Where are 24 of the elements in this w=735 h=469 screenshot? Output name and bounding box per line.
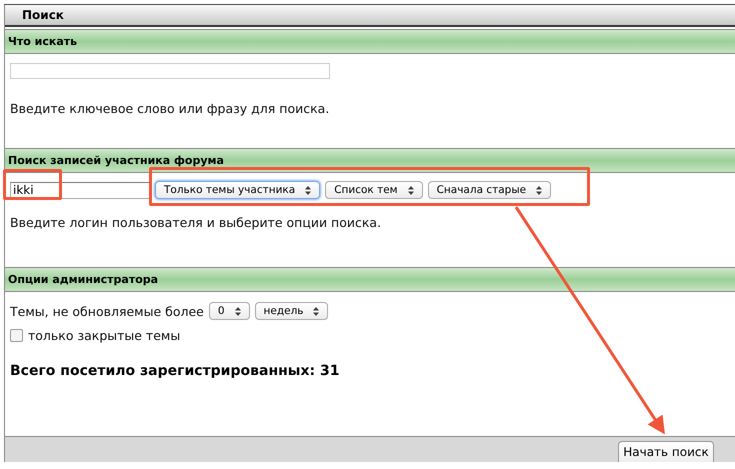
dropdown[interactable]: Список тем bbox=[325, 181, 423, 199]
checkbox[interactable] bbox=[10, 329, 23, 342]
window-title: Поиск bbox=[21, 8, 64, 22]
section-title: Что искать bbox=[7, 35, 78, 48]
checkbox-label: только закрытые темы bbox=[28, 328, 180, 343]
dropdown[interactable]: 0 bbox=[208, 302, 250, 320]
age-label: Темы, не обновляемые более bbox=[10, 304, 204, 318]
username-field[interactable]: ikki bbox=[10, 182, 150, 198]
hint-text: Введите ключевое слово или фразу для поиска. bbox=[10, 101, 330, 116]
caret-icon bbox=[234, 306, 241, 316]
caret-icon bbox=[408, 186, 414, 194]
hint-text: Введите логин пользователя и выберите опции поиска. bbox=[10, 215, 382, 230]
caret-icon bbox=[305, 186, 312, 194]
section-title: Поиск записей участника форума bbox=[7, 154, 224, 167]
dropdown[interactable]: Только темы участника bbox=[155, 181, 320, 199]
dropdown[interactable]: недель bbox=[254, 302, 328, 320]
dropdown[interactable]: Сначала старые bbox=[428, 181, 552, 199]
caret-icon bbox=[536, 186, 542, 194]
highlight-frame bbox=[3, 169, 62, 200]
search-button[interactable]: Начать поиск bbox=[618, 441, 714, 462]
visited-count-text: Всего посетило зарегистрированных: 31 bbox=[10, 363, 340, 379]
caret-icon bbox=[313, 306, 320, 316]
section-title: Опции администратора bbox=[7, 273, 158, 286]
keyword-field[interactable] bbox=[10, 63, 330, 79]
